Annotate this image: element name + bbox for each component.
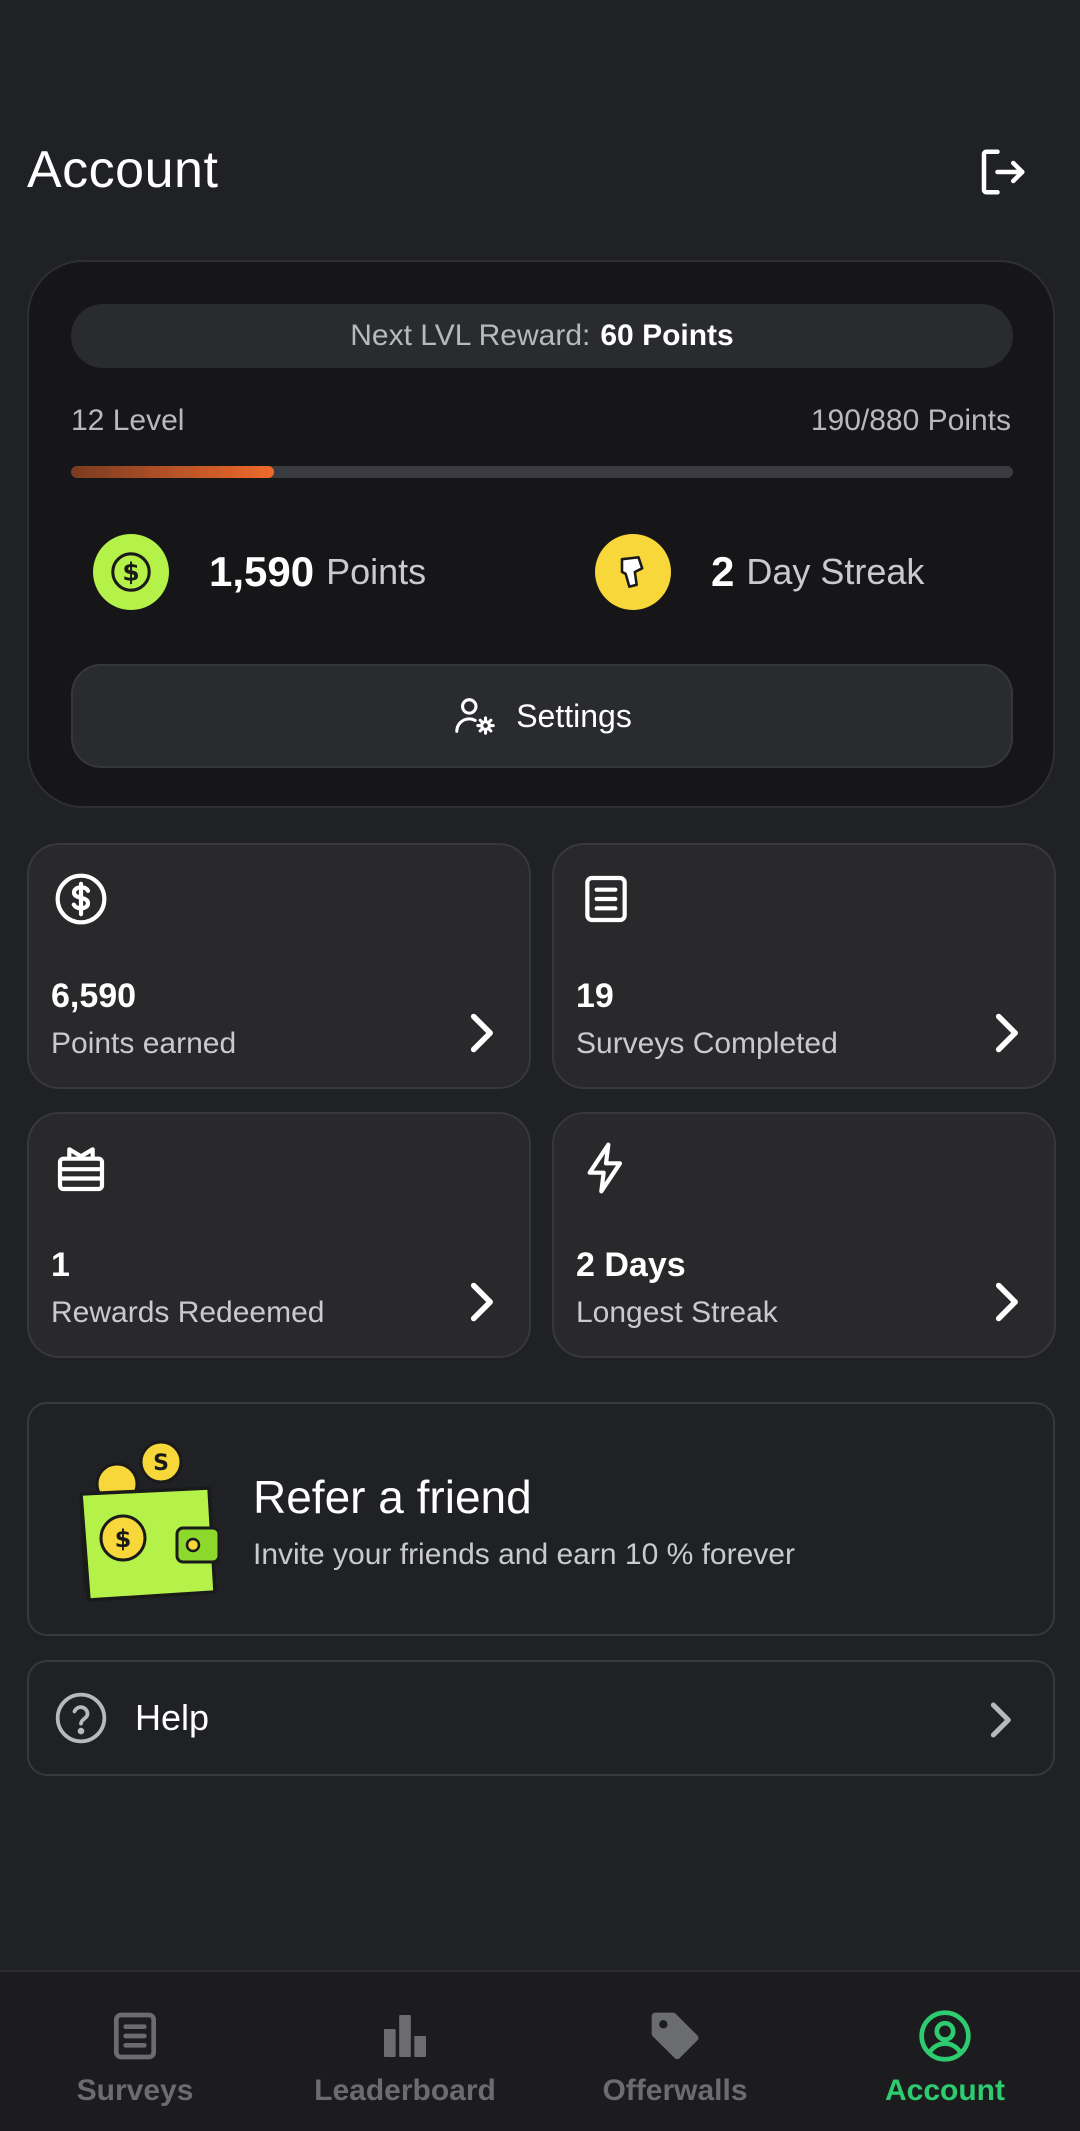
stat-caption: Surveys Completed — [576, 1027, 838, 1060]
nav-account[interactable]: Account — [810, 1972, 1080, 2131]
chevron-right-icon — [990, 1702, 1011, 1738]
stat-value: 2 Days — [576, 1246, 686, 1284]
refer-a-friend-card[interactable]: S $ Refer a friend Invite your friends a… — [27, 1402, 1055, 1636]
streak-unit: Day Streak — [746, 551, 925, 592]
chevron-right-icon — [995, 1282, 1018, 1322]
nav-leaderboard[interactable]: Leaderboard — [270, 1972, 540, 2131]
nav-label: Surveys — [76, 2074, 194, 2107]
svg-text:$: $ — [122, 558, 139, 587]
stat-caption: Longest Streak — [576, 1296, 778, 1329]
document-icon — [114, 2012, 156, 2060]
stat-value: 19 — [576, 977, 614, 1015]
longest-streak-card[interactable]: 2 Days Longest Streak — [552, 1112, 1056, 1358]
points-earned-card[interactable]: 6,590 Points earned — [27, 843, 531, 1089]
level-label: 12 Level — [71, 404, 185, 437]
document-icon — [585, 875, 627, 923]
stat-caption: Points earned — [51, 1027, 237, 1060]
lightning-icon — [587, 1142, 623, 1194]
dollar-coin-icon: $ — [93, 534, 169, 610]
page-title: Account — [27, 141, 219, 199]
points-progress-label: 190/880 Points — [810, 404, 1011, 437]
nav-label: Account — [885, 2074, 1005, 2107]
chevron-right-icon — [470, 1282, 493, 1322]
day-streak: 2 Day Streak — [595, 534, 924, 610]
bottom-navigation: Surveys Leaderboard Offerwalls Account — [0, 1970, 1080, 2131]
user-circle-icon — [919, 2010, 971, 2062]
streak-value: 2 — [711, 548, 735, 595]
chevron-right-icon — [995, 1013, 1018, 1053]
reward-label: Next LVL Reward: — [350, 319, 591, 352]
refer-title: Refer a friend — [253, 1471, 532, 1523]
stat-value: 1 — [51, 1246, 70, 1284]
next-level-reward: Next LVL Reward: 60 Points — [71, 304, 1013, 368]
level-progress-bar — [71, 466, 1013, 478]
dollar-circle-icon — [55, 873, 107, 925]
streak-badge-icon — [595, 534, 671, 610]
wallet-coins-icon: S $ — [79, 1440, 219, 1602]
refer-subtitle: Invite your friends and earn 10 % foreve… — [253, 1538, 795, 1571]
settings-label: Settings — [516, 697, 632, 734]
surveys-completed-card[interactable]: 19 Surveys Completed — [552, 843, 1056, 1089]
nav-label: Offerwalls — [602, 2074, 748, 2107]
points-unit: Points — [326, 551, 427, 592]
stat-caption: Rewards Redeemed — [51, 1296, 325, 1329]
logout-button[interactable] — [970, 140, 1034, 204]
stat-value: 6,590 — [51, 977, 137, 1015]
svg-text:$: $ — [115, 1525, 132, 1553]
user-settings-icon — [455, 698, 495, 735]
svg-text:S: S — [153, 1451, 169, 1476]
help-label: Help — [135, 1697, 210, 1738]
rewards-redeemed-card[interactable]: 1 Rewards Redeemed — [27, 1112, 531, 1358]
points-value: 1,590 — [209, 548, 315, 595]
level-progress-fill — [71, 466, 275, 478]
reward-value: 60 Points — [600, 319, 734, 352]
points-balance: $ 1,590 Points — [93, 534, 426, 610]
help-row[interactable]: Help — [27, 1660, 1055, 1776]
bar-chart-icon — [384, 2015, 426, 2057]
level-card: Next LVL Reward: 60 Points 12 Level 190/… — [27, 260, 1055, 808]
tag-icon — [651, 2012, 699, 2060]
chevron-right-icon — [470, 1013, 493, 1053]
gift-icon — [57, 1147, 105, 1192]
logout-icon — [981, 149, 1025, 195]
nav-surveys[interactable]: Surveys — [0, 1972, 270, 2131]
settings-button[interactable]: Settings — [71, 664, 1013, 768]
question-circle-icon — [55, 1692, 107, 1744]
nav-label: Leaderboard — [314, 2074, 496, 2107]
nav-offerwalls[interactable]: Offerwalls — [540, 1972, 810, 2131]
